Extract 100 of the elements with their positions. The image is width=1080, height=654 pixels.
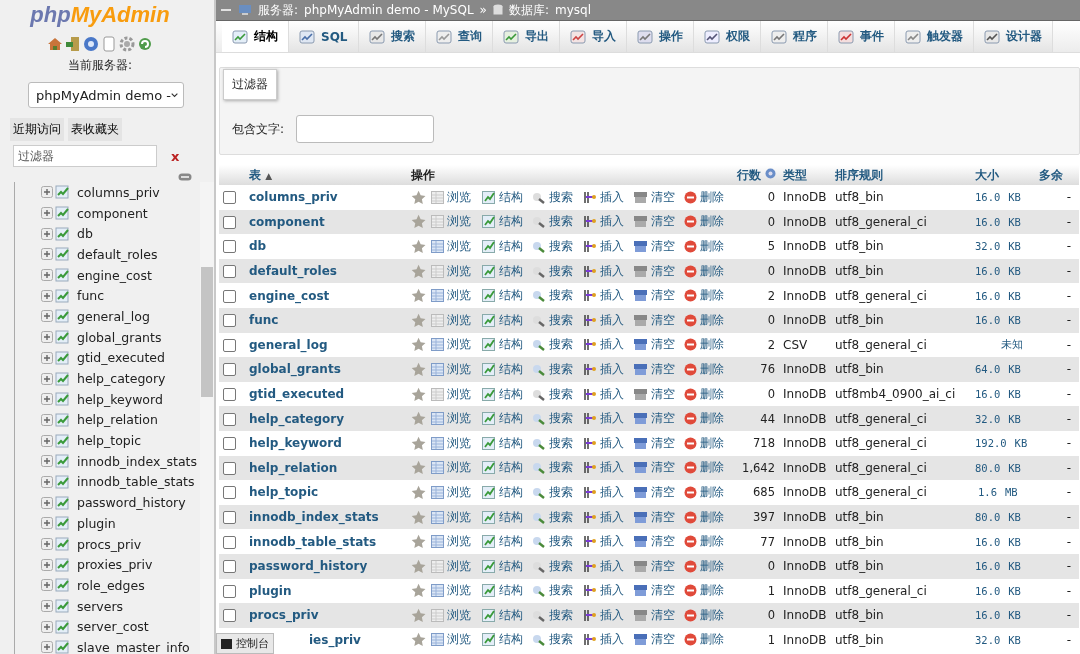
action-link[interactable]: 清空 (633, 533, 679, 551)
tree-item[interactable]: slave_master_info (77, 639, 190, 654)
action-link[interactable]: 插入 (582, 287, 629, 305)
action-link[interactable]: 清空 (633, 262, 679, 280)
tab[interactable]: 搜索 (358, 21, 426, 52)
action-link[interactable]: 搜索 (532, 459, 578, 477)
action-link[interactable]: 插入 (582, 311, 629, 329)
console-tab[interactable]: 控制台 (216, 633, 274, 654)
action-link[interactable]: 浏览 (431, 631, 477, 649)
tree-item[interactable]: general_log (77, 308, 150, 324)
expand-icon[interactable] (41, 558, 53, 571)
row-checkbox[interactable] (223, 215, 236, 229)
tree-item[interactable]: role_edges (77, 577, 145, 593)
star-icon[interactable] (411, 386, 427, 402)
expand-icon[interactable] (41, 620, 53, 633)
expand-icon[interactable] (41, 641, 53, 654)
expand-icon[interactable] (41, 517, 53, 530)
action-link[interactable]: 删除 (683, 483, 729, 501)
action-link[interactable]: 结构 (481, 582, 528, 600)
tab[interactable]: 事件 (827, 21, 895, 52)
star-icon[interactable] (411, 583, 427, 599)
table-icon[interactable] (55, 309, 71, 324)
tab[interactable]: 程序 (760, 21, 828, 52)
table-name-link[interactable]: db (249, 239, 267, 254)
action-link[interactable]: 结构 (481, 238, 528, 255)
action-link[interactable]: 浏览 (431, 533, 477, 551)
star-icon[interactable] (411, 189, 427, 205)
row-checkbox[interactable] (223, 560, 236, 574)
tree-item[interactable]: help_category (77, 371, 166, 387)
tree-item[interactable]: columns_priv (77, 184, 160, 200)
star-icon[interactable] (411, 263, 427, 279)
table-icon[interactable] (55, 185, 71, 200)
action-link[interactable]: 结构 (481, 385, 528, 403)
star-icon[interactable] (411, 361, 427, 377)
tree-item[interactable]: server_cost (77, 619, 149, 635)
expand-icon[interactable] (41, 538, 53, 551)
action-link[interactable]: 浏览 (431, 606, 477, 624)
expand-icon[interactable] (41, 372, 53, 385)
action-link[interactable]: 结构 (481, 188, 528, 206)
action-link[interactable]: 搜索 (532, 385, 578, 403)
tab[interactable]: 触发器 (894, 21, 974, 52)
action-link[interactable]: 浏览 (431, 459, 477, 477)
row-checkbox[interactable] (223, 535, 236, 549)
action-link[interactable]: 搜索 (532, 188, 578, 206)
action-link[interactable]: 清空 (633, 287, 679, 305)
tree-item[interactable]: component (77, 205, 148, 221)
table-icon[interactable] (55, 537, 71, 552)
action-link[interactable]: 搜索 (532, 262, 578, 280)
action-link[interactable]: 结构 (481, 410, 528, 428)
tree-item[interactable]: func (77, 288, 105, 304)
action-link[interactable]: 删除 (683, 582, 729, 600)
star-icon[interactable] (411, 632, 427, 648)
expand-icon[interactable] (41, 331, 53, 344)
star-icon[interactable] (411, 534, 427, 550)
table-icon[interactable] (55, 268, 71, 283)
tab[interactable]: 设计器 (973, 21, 1053, 52)
expand-icon[interactable] (41, 248, 53, 261)
column-header[interactable]: 表 (249, 167, 261, 182)
filter-field[interactable]: 过滤器 (13, 145, 157, 167)
action-link[interactable]: 删除 (683, 213, 729, 231)
table-name-link[interactable]: help_keyword (249, 436, 342, 451)
action-link[interactable]: 清空 (633, 385, 679, 403)
expand-icon[interactable] (41, 310, 53, 323)
scrollbar[interactable] (200, 182, 214, 654)
action-link[interactable]: 浏览 (431, 238, 477, 255)
tree-item[interactable]: db (77, 226, 93, 242)
action-link[interactable]: 清空 (633, 410, 679, 428)
table-icon[interactable] (55, 557, 71, 572)
table-icon[interactable] (55, 640, 71, 654)
action-link[interactable]: 插入 (582, 336, 629, 354)
action-link[interactable]: 结构 (481, 631, 528, 649)
action-link[interactable]: 插入 (582, 385, 629, 403)
action-link[interactable]: 搜索 (532, 213, 578, 231)
star-icon[interactable] (411, 435, 427, 451)
table-icon[interactable] (55, 619, 71, 634)
nav-tab[interactable]: 表收藏夹 (68, 118, 122, 141)
action-link[interactable]: 删除 (683, 557, 729, 575)
action-link[interactable]: 搜索 (532, 606, 578, 624)
tree-item[interactable]: proxies_priv (77, 557, 153, 573)
tab[interactable]: 导出 (492, 21, 560, 52)
link-icon[interactable] (178, 173, 192, 181)
expand-icon[interactable] (41, 600, 53, 613)
action-link[interactable]: 浏览 (431, 582, 477, 600)
action-link[interactable]: 插入 (582, 483, 629, 501)
action-link[interactable]: 搜索 (532, 336, 578, 354)
tab[interactable]: 结构 (222, 21, 289, 52)
action-link[interactable]: 清空 (633, 238, 679, 255)
action-link[interactable]: 插入 (582, 508, 629, 526)
action-link[interactable]: 搜索 (532, 533, 578, 551)
row-checkbox[interactable] (223, 191, 236, 205)
action-link[interactable]: 插入 (582, 582, 629, 600)
expand-icon[interactable] (41, 269, 53, 282)
action-link[interactable]: 清空 (633, 483, 679, 501)
action-link[interactable]: 删除 (683, 631, 729, 649)
star-icon[interactable] (411, 411, 427, 427)
row-checkbox[interactable] (223, 363, 236, 377)
table-name-link[interactable]: ies_priv (309, 633, 361, 647)
tab[interactable]: 查询 (425, 21, 493, 52)
action-link[interactable]: 搜索 (532, 631, 578, 649)
exit-icon[interactable] (65, 36, 81, 52)
